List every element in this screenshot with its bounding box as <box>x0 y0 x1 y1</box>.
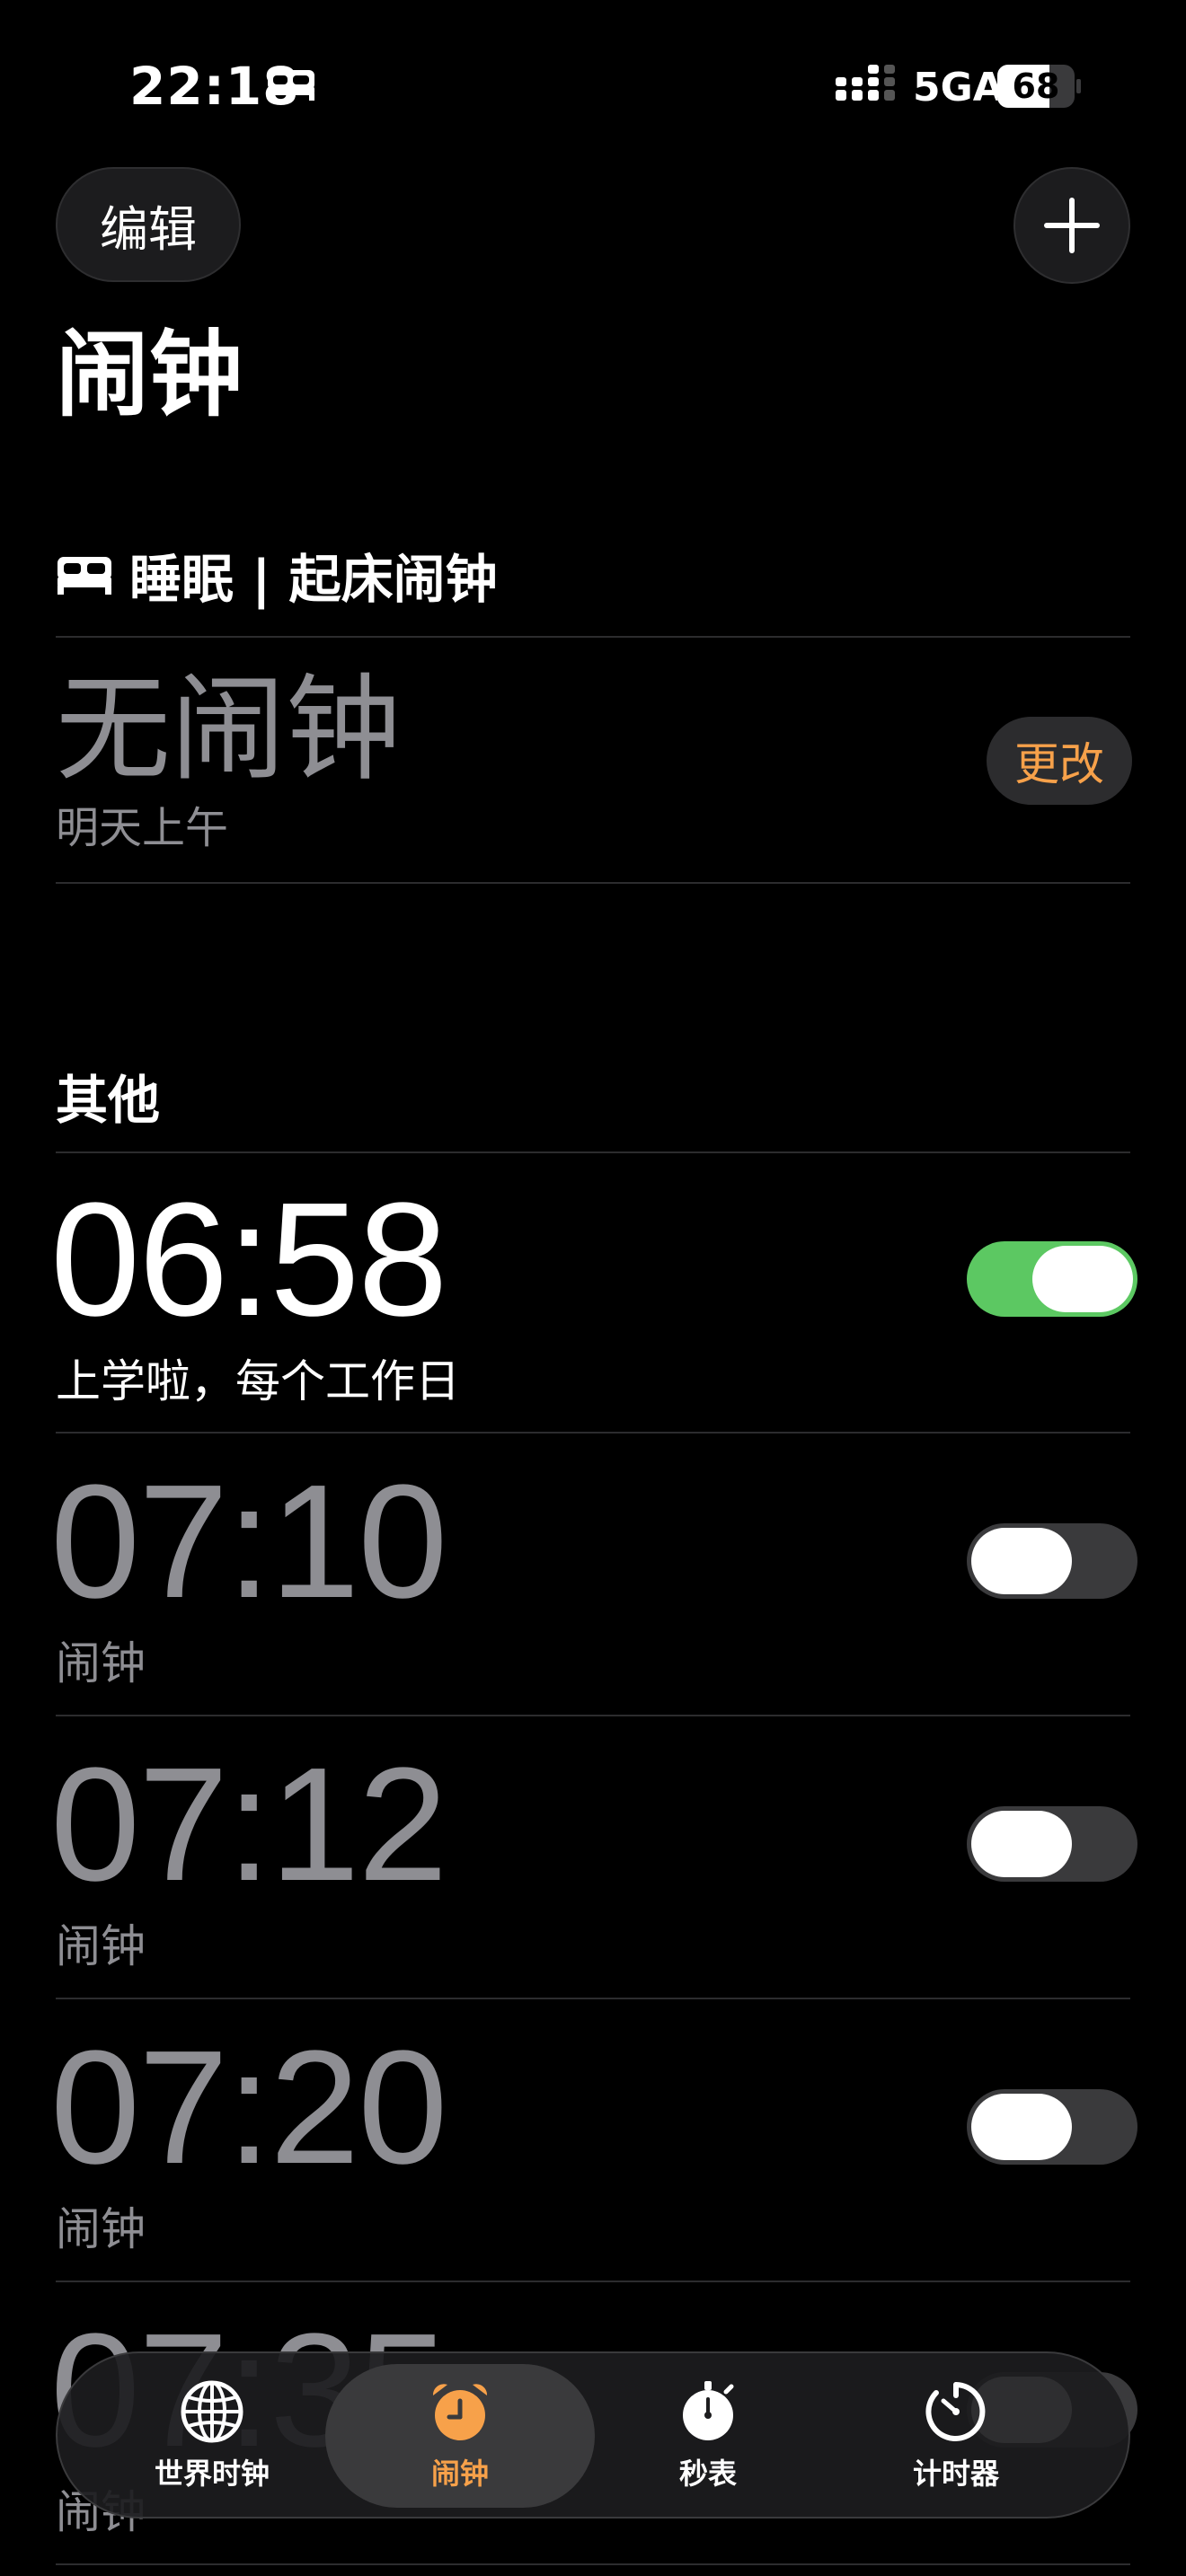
toggle-knob <box>971 1528 1072 1594</box>
clock-app-alarms: 22:18 5GA 68 编辑 闹钟 睡眠 | 起床闹钟 无闹钟 明天上午 更改… <box>0 0 1186 2576</box>
plus-icon <box>1044 198 1100 253</box>
tab-stopwatch[interactable]: 秒表 <box>573 2364 843 2508</box>
divider <box>56 882 1130 884</box>
stopwatch-icon <box>683 2381 734 2440</box>
alarm-time: 07:12 <box>50 1734 447 1915</box>
edit-button[interactable]: 编辑 <box>56 167 241 282</box>
alarm-label: 上学啦，每个工作日 <box>56 1355 460 1407</box>
divider <box>56 1715 1130 1716</box>
alarm-toggle[interactable] <box>967 1523 1137 1599</box>
sleep-header-label: 睡眠 | 起床闹钟 <box>129 549 498 610</box>
alarm-label: 闹钟 <box>56 1920 146 1972</box>
tab-world-clock[interactable]: 世界时钟 <box>77 2364 347 2508</box>
toggle-knob <box>1032 1246 1133 1312</box>
alarm-row[interactable]: 07:12 闹钟 <box>0 1718 1186 2000</box>
bed-icon <box>58 557 111 595</box>
bed-icon <box>268 70 314 101</box>
tab-timer[interactable]: 计时器 <box>821 2364 1091 2508</box>
sleep-alarm-subtitle: 明天上午 <box>56 803 229 853</box>
sleep-section-header: 睡眠 | 起床闹钟 <box>56 539 498 611</box>
alarm-time: 07:20 <box>50 2017 447 2198</box>
cellular-signal-icon <box>836 65 895 101</box>
alarm-label: 闹钟 <box>56 1637 146 1689</box>
network-type: 5GA <box>913 65 1004 110</box>
battery-icon: 68 <box>997 65 1081 108</box>
tab-alarm[interactable]: 闹钟 <box>325 2364 595 2508</box>
divider <box>56 2563 1130 2565</box>
timer-icon <box>925 2382 986 2441</box>
divider <box>56 2280 1130 2282</box>
alarm-toggle[interactable] <box>967 2089 1137 2165</box>
add-alarm-button[interactable] <box>1013 167 1130 284</box>
page-title: 闹钟 <box>56 320 243 429</box>
other-alarms-title: 其他 <box>56 1070 161 1131</box>
divider <box>56 636 1130 638</box>
tab-label: 计时器 <box>912 2457 999 2491</box>
change-sleep-schedule-button[interactable]: 更改 <box>987 717 1132 805</box>
alarm-label: 闹钟 <box>56 2203 146 2255</box>
divider <box>56 1432 1130 1434</box>
alarm-row[interactable]: 07:10 闹钟 <box>0 1435 1186 1717</box>
toggle-knob <box>971 2094 1072 2160</box>
alarm-toggle[interactable] <box>967 1241 1137 1317</box>
divider <box>56 1998 1130 1999</box>
tab-bar: 世界时钟 闹钟 秒表 计时器 <box>56 2351 1130 2519</box>
globe-icon <box>181 2380 243 2443</box>
tab-label: 世界时钟 <box>154 2457 270 2491</box>
battery-percent: 68 <box>1012 66 1060 106</box>
alarm-time: 06:58 <box>50 1169 447 1350</box>
toggle-knob <box>971 1811 1072 1877</box>
alarm-toggle[interactable] <box>967 1806 1137 1882</box>
status-bar: 22:18 5GA 68 <box>0 0 1186 162</box>
alarm-clock-icon <box>432 2384 488 2440</box>
sleep-alarm-status: 无闹钟 <box>56 663 402 797</box>
tab-label: 秒表 <box>678 2457 737 2491</box>
alarm-row[interactable]: 07:20 闹钟 <box>0 2001 1186 2283</box>
alarm-time: 07:10 <box>50 1451 447 1632</box>
tab-label: 闹钟 <box>430 2457 489 2491</box>
alarm-row[interactable]: 06:58 上学啦，每个工作日 <box>0 1153 1186 1435</box>
